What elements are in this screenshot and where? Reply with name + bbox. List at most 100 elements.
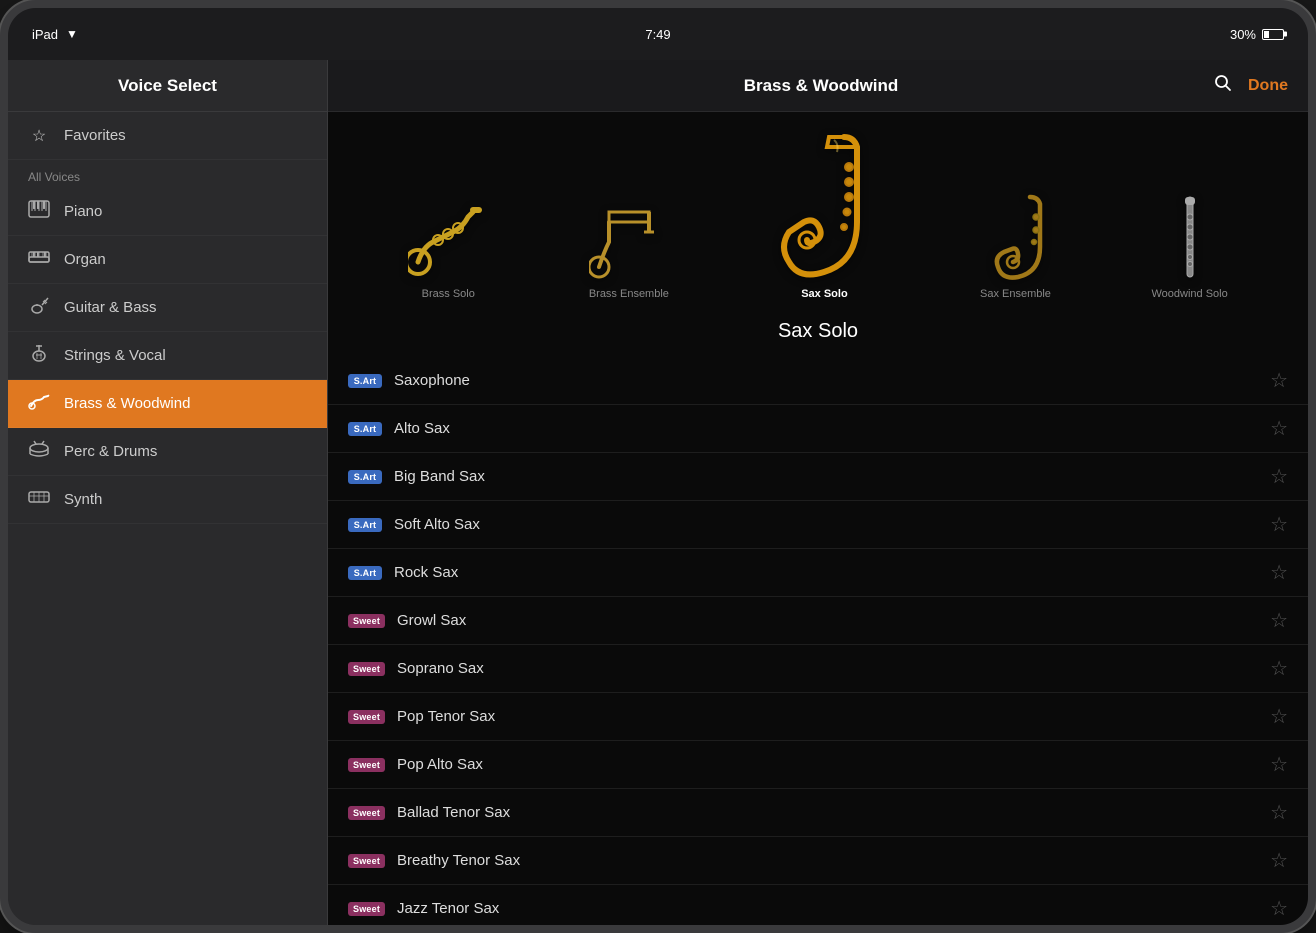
favorites-label: Favorites (64, 127, 126, 144)
favorite-star-button[interactable]: ☆ (1270, 707, 1288, 727)
sidebar: Voice Select ☆ Favorites All Voices (8, 60, 328, 925)
voice-row[interactable]: S.ArtSaxophone☆ (328, 357, 1308, 405)
voice-name: Soft Alto Sax (394, 516, 1270, 533)
voice-row[interactable]: Sweet Pop Tenor Sax☆ (328, 693, 1308, 741)
voice-badge: Sweet (348, 614, 385, 628)
status-right: 30% (1230, 27, 1284, 42)
sidebar-item-strings-vocal[interactable]: Strings & Vocal (8, 332, 327, 380)
voice-row[interactable]: Sweet Soprano Sax☆ (328, 645, 1308, 693)
instrument-sax-ensemble[interactable]: Sax Ensemble (980, 162, 1051, 300)
battery-percent: 30% (1230, 27, 1256, 42)
favorite-star-button[interactable]: ☆ (1270, 467, 1288, 487)
voice-badge: Sweet (348, 902, 385, 916)
perc-label: Perc & Drums (64, 443, 157, 460)
voice-name: Soprano Sax (397, 660, 1270, 677)
sidebar-header: Voice Select (8, 60, 327, 112)
voice-name: Saxophone (394, 372, 1270, 389)
brass-ensemble-label: Brass Ensemble (589, 288, 669, 300)
favorite-star-button[interactable]: ☆ (1270, 515, 1288, 535)
brass-icon (28, 392, 50, 415)
sax-ensemble-label: Sax Ensemble (980, 288, 1051, 300)
voice-name: Breathy Tenor Sax (397, 852, 1270, 869)
favorite-star-button[interactable]: ☆ (1270, 755, 1288, 775)
favorite-star-button[interactable]: ☆ (1270, 611, 1288, 631)
instrument-woodwind-solo[interactable]: Woodwind Solo (1151, 162, 1227, 300)
sidebar-item-piano[interactable]: Piano (8, 188, 327, 236)
voice-badge: Sweet (348, 854, 385, 868)
strings-label: Strings & Vocal (64, 347, 166, 364)
voice-badge: S.Art (348, 422, 382, 436)
voice-badge: Sweet (348, 710, 385, 724)
brass-solo-label: Brass Solo (422, 288, 475, 300)
voice-row[interactable]: Sweet Jazz Tenor Sax☆ (328, 885, 1308, 925)
instrument-brass-ensemble[interactable]: Brass Ensemble (589, 162, 669, 300)
voice-name: Ballad Tenor Sax (397, 804, 1270, 821)
strings-icon (28, 344, 50, 367)
voice-row[interactable]: Sweet Pop Alto Sax☆ (328, 741, 1308, 789)
sax-solo-label: Sax Solo (801, 288, 847, 300)
sidebar-item-guitar-bass[interactable]: Guitar & Bass (8, 284, 327, 332)
wifi-icon: ▼ (66, 27, 78, 41)
status-bar: iPad ▼ 7:49 30% (8, 8, 1308, 60)
favorite-star-button[interactable]: ☆ (1270, 851, 1288, 871)
voice-badge: S.Art (348, 566, 382, 580)
voice-name: Rock Sax (394, 564, 1270, 581)
voice-row[interactable]: Sweet Growl Sax☆ (328, 597, 1308, 645)
woodwind-solo-label: Woodwind Solo (1151, 288, 1227, 300)
favorite-star-button[interactable]: ☆ (1270, 803, 1288, 823)
favorite-star-button[interactable]: ☆ (1270, 563, 1288, 583)
organ-label: Organ (64, 251, 106, 268)
piano-icon (28, 200, 50, 223)
search-button[interactable] (1214, 74, 1232, 97)
voice-badge: Sweet (348, 662, 385, 676)
voice-row[interactable]: S.Art Rock Sax☆ (328, 549, 1308, 597)
perc-icon (28, 440, 50, 463)
favorite-star-button[interactable]: ☆ (1270, 899, 1288, 919)
sidebar-item-favorites[interactable]: ☆ Favorites (8, 112, 327, 160)
device-frame: iPad ▼ 7:49 30% Voice Select ☆ Favorites (0, 0, 1316, 933)
guitar-icon (28, 296, 50, 319)
favorite-star-button[interactable]: ☆ (1270, 371, 1288, 391)
voice-row[interactable]: S.Art Alto Sax☆ (328, 405, 1308, 453)
voice-row[interactable]: Sweet Ballad Tenor Sax☆ (328, 789, 1308, 837)
voice-name: Alto Sax (394, 420, 1270, 437)
voice-row[interactable]: S.Art Soft Alto Sax☆ (328, 501, 1308, 549)
battery-icon (1262, 29, 1284, 40)
favorite-star-button[interactable]: ☆ (1270, 659, 1288, 679)
sidebar-item-organ[interactable]: Organ (8, 236, 327, 284)
guitar-label: Guitar & Bass (64, 299, 157, 316)
voice-badge: Sweet (348, 758, 385, 772)
piano-label: Piano (64, 203, 102, 220)
voice-badge: S.Art (348, 518, 382, 532)
voice-row[interactable]: S.Art Big Band Sax☆ (328, 453, 1308, 501)
panel-header: Brass & Woodwind Done (328, 60, 1308, 112)
done-button[interactable]: Done (1248, 77, 1288, 95)
instrument-sax-solo[interactable]: Sax Solo (769, 132, 879, 300)
voice-name: Jazz Tenor Sax (397, 900, 1270, 917)
instrument-carousel: Brass Solo Brass Ensembl (328, 112, 1308, 310)
voice-badge: Sweet (348, 806, 385, 820)
voice-name: Pop Alto Sax (397, 756, 1270, 773)
section-label: All Voices (8, 160, 327, 188)
voice-list: S.ArtSaxophone☆S.ArtAlto Sax☆S.ArtBig Ba… (328, 357, 1308, 925)
voice-name: Growl Sax (397, 612, 1270, 629)
voice-badge: S.Art (348, 470, 382, 484)
right-panel: Brass & Woodwind Done (328, 60, 1308, 925)
sidebar-item-perc-drums[interactable]: Perc & Drums (8, 428, 327, 476)
favorites-icon: ☆ (28, 126, 50, 146)
panel-title: Brass & Woodwind (428, 76, 1214, 96)
selected-instrument-name: Sax Solo (328, 310, 1308, 357)
sidebar-item-synth[interactable]: Synth (8, 476, 327, 524)
carrier-label: iPad (32, 27, 58, 42)
synth-icon (28, 488, 50, 511)
voice-name: Pop Tenor Sax (397, 708, 1270, 725)
voice-name: Big Band Sax (394, 468, 1270, 485)
instrument-brass-solo[interactable]: Brass Solo (408, 162, 488, 300)
sidebar-title: Voice Select (118, 76, 217, 96)
synth-label: Synth (64, 491, 102, 508)
sidebar-item-brass-woodwind[interactable]: Brass & Woodwind (8, 380, 327, 428)
voice-row[interactable]: Sweet Breathy Tenor Sax☆ (328, 837, 1308, 885)
favorite-star-button[interactable]: ☆ (1270, 419, 1288, 439)
status-left: iPad ▼ (32, 27, 78, 42)
status-time: 7:49 (645, 27, 670, 42)
